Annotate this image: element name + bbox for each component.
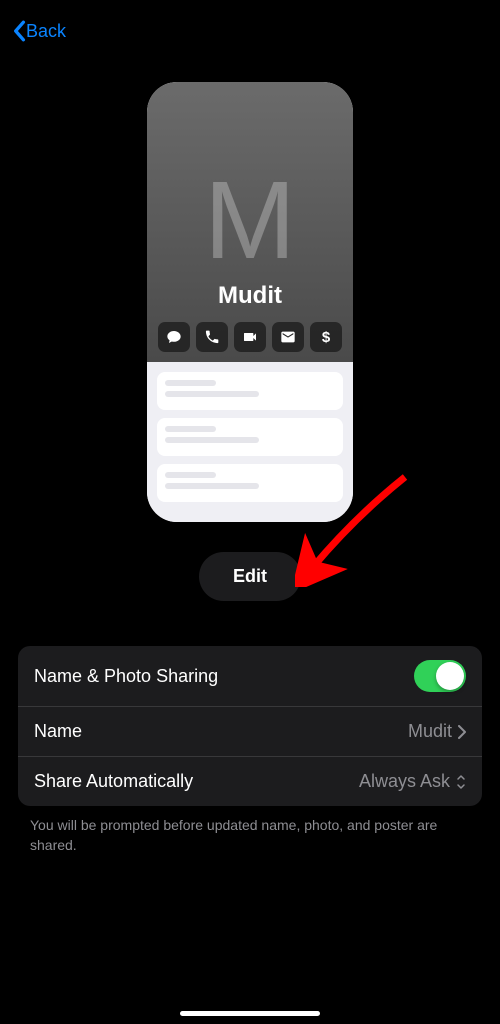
nav-bar: Back bbox=[0, 0, 500, 62]
phone-icon bbox=[204, 329, 220, 345]
contact-card[interactable]: M Mudit $ bbox=[147, 82, 353, 522]
mail-button[interactable] bbox=[272, 322, 304, 352]
contact-card-container: M Mudit $ bbox=[0, 82, 500, 522]
row-label: Name & Photo Sharing bbox=[34, 666, 218, 687]
pay-icon: $ bbox=[322, 329, 330, 346]
row-label: Name bbox=[34, 721, 82, 742]
edit-container: Edit bbox=[0, 552, 500, 601]
pay-button[interactable]: $ bbox=[310, 322, 342, 352]
back-button[interactable]: Back bbox=[12, 20, 66, 42]
sharing-toggle[interactable] bbox=[414, 660, 466, 692]
message-icon bbox=[166, 329, 182, 345]
contact-monogram: M bbox=[204, 157, 296, 284]
footer-text: You will be prompted before updated name… bbox=[0, 806, 500, 865]
updown-icon bbox=[456, 774, 466, 790]
share-automatically-row[interactable]: Share Automatically Always Ask bbox=[18, 757, 482, 806]
edit-button[interactable]: Edit bbox=[199, 552, 301, 601]
row-value: Always Ask bbox=[359, 771, 466, 792]
chevron-right-icon bbox=[458, 725, 466, 739]
row-value: Mudit bbox=[408, 721, 466, 742]
contact-info-block bbox=[157, 372, 343, 410]
contact-name: Mudit bbox=[218, 282, 282, 310]
contact-info-block bbox=[157, 418, 343, 456]
home-indicator[interactable] bbox=[180, 1011, 320, 1016]
share-auto-value: Always Ask bbox=[359, 771, 450, 792]
name-row[interactable]: Name Mudit bbox=[18, 707, 482, 757]
contact-info-block bbox=[157, 464, 343, 502]
chevron-left-icon bbox=[12, 20, 26, 42]
phone-button[interactable] bbox=[196, 322, 228, 352]
name-value: Mudit bbox=[408, 721, 452, 742]
video-button[interactable] bbox=[234, 322, 266, 352]
contact-card-body bbox=[147, 362, 353, 522]
mail-icon bbox=[280, 329, 296, 345]
name-photo-sharing-row: Name & Photo Sharing bbox=[18, 646, 482, 707]
back-label: Back bbox=[26, 21, 66, 42]
row-label: Share Automatically bbox=[34, 771, 193, 792]
contact-action-row: $ bbox=[158, 322, 342, 352]
settings-group: Name & Photo Sharing Name Mudit Share Au… bbox=[18, 646, 482, 806]
toggle-knob bbox=[436, 662, 464, 690]
video-icon bbox=[242, 329, 258, 345]
contact-card-header: M Mudit $ bbox=[147, 82, 353, 362]
message-button[interactable] bbox=[158, 322, 190, 352]
